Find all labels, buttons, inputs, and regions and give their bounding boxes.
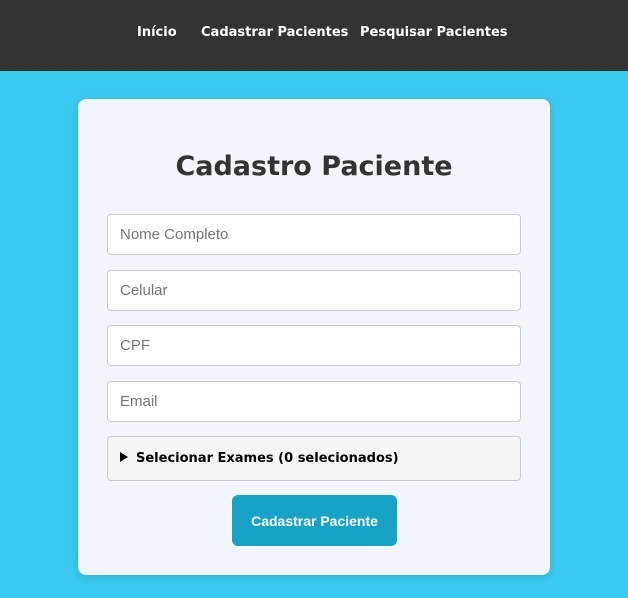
registration-card: Cadastro Paciente Selecionar Exames (0 s… — [78, 99, 550, 575]
select-exams-label: Selecionar Exames (0 selecionados) — [136, 451, 399, 466]
register-patient-button[interactable]: Cadastrar Paciente — [232, 495, 397, 546]
select-exams-toggle[interactable]: Selecionar Exames (0 selecionados) — [107, 436, 521, 481]
top-navbar: Início Cadastrar Pacientes Pesquisar Pac… — [0, 0, 628, 71]
full-name-field[interactable] — [107, 214, 521, 255]
phone-field[interactable] — [107, 270, 521, 311]
nav-link-pesquisar-pacientes[interactable]: Pesquisar Pacientes — [360, 24, 508, 42]
nav-link-cadastrar-pacientes[interactable]: Cadastrar Pacientes — [201, 24, 348, 42]
page-title: Cadastro Paciente — [175, 151, 453, 182]
email-field[interactable] — [107, 381, 521, 422]
caret-right-icon — [120, 452, 128, 462]
nav-link-inicio[interactable]: Início — [137, 24, 177, 42]
cpf-field[interactable] — [107, 325, 521, 366]
